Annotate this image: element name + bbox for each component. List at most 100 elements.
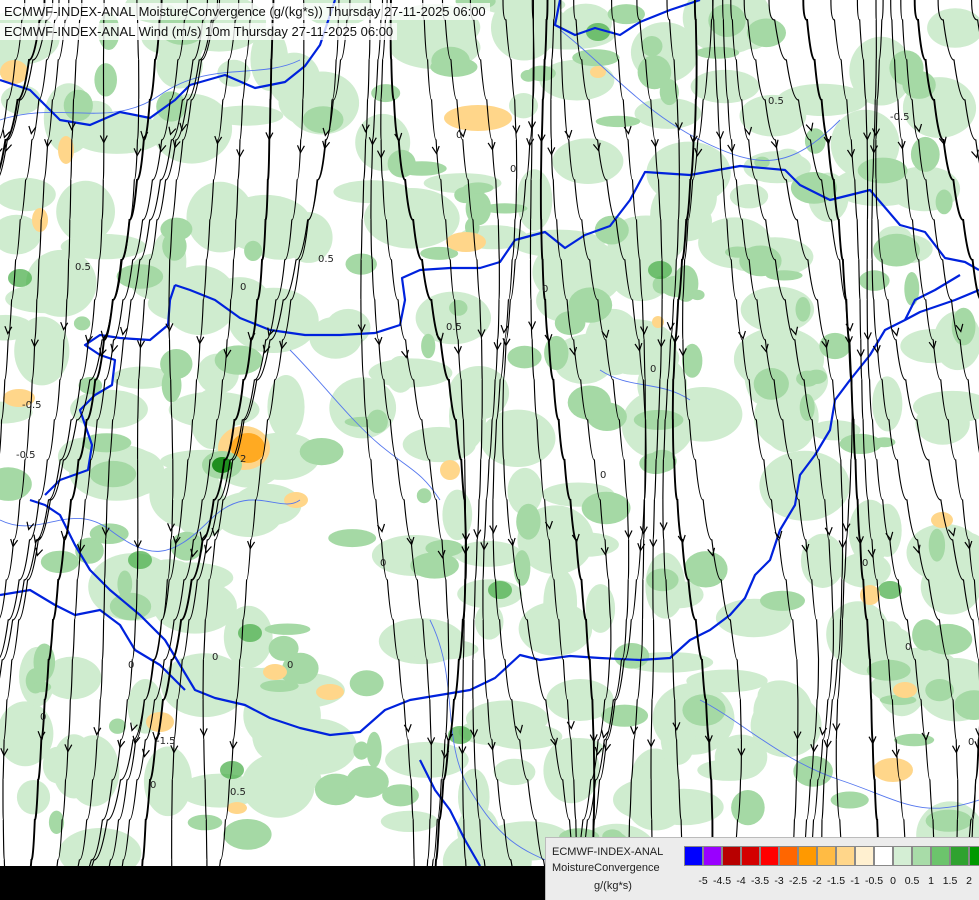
convergence-patch	[5, 283, 91, 314]
streamline-arrow	[603, 742, 612, 752]
legend-swatch	[741, 846, 760, 866]
streamline-arrow	[473, 529, 482, 538]
streamline-arrow	[431, 145, 440, 155]
convergence-patch	[595, 115, 641, 128]
legend-swatch	[855, 846, 874, 866]
convergence-patch	[31, 681, 52, 693]
contour-label: 0.5	[768, 96, 784, 107]
legend-tick: 0	[890, 875, 896, 887]
convergence-patch	[349, 670, 384, 697]
contour-label: 0	[542, 284, 548, 295]
convergence-patch	[647, 449, 677, 473]
contour-label: 0	[600, 470, 606, 481]
streamline-arrow	[727, 143, 736, 153]
divergence-patch	[873, 758, 913, 782]
contour-label: 0	[287, 660, 293, 671]
legend-tick: 1	[928, 875, 934, 887]
convergence-patch	[660, 275, 696, 298]
contour-label: -0.5	[16, 450, 36, 461]
convergence-patch	[927, 8, 979, 48]
legend-tick: -0.5	[864, 875, 884, 887]
divergence-patch	[316, 684, 344, 700]
convergence-patch	[493, 758, 536, 786]
convergence-patch	[613, 779, 683, 820]
streamline-arrow	[770, 139, 779, 149]
legend-swatch	[722, 846, 741, 866]
convergence-patch	[344, 416, 384, 428]
convergence-patch	[804, 128, 826, 154]
convergence-patch	[697, 759, 761, 781]
contour-label: 0	[510, 164, 516, 175]
streamline-arrow	[715, 131, 725, 140]
contour-label: 0	[212, 652, 218, 663]
convergence-patch	[518, 601, 593, 656]
convergence-patch	[73, 316, 91, 331]
convergence-patch	[795, 297, 811, 322]
contour-label: 0	[862, 558, 868, 569]
legend-swatch	[836, 846, 855, 866]
convergence-patch	[481, 203, 528, 214]
convergence-patch	[872, 376, 903, 432]
convergence-patch	[261, 763, 322, 794]
divergence-patch	[284, 492, 308, 508]
convergence-patch	[16, 780, 51, 815]
streamline-arrow	[93, 726, 102, 736]
streamline-arrow	[33, 534, 42, 544]
convergence-patch	[686, 669, 768, 693]
convergence-patch	[830, 791, 869, 809]
convergence-patch	[40, 550, 79, 574]
convergence-patch	[89, 523, 129, 544]
streamline-arrow	[4, 142, 13, 152]
legend-tick: -3	[774, 875, 784, 887]
convergence-patch	[799, 393, 815, 421]
convergence-patch	[513, 550, 531, 586]
streamline-arrow	[891, 748, 900, 758]
contour-label: 0	[128, 660, 134, 671]
convergence-patch	[416, 488, 432, 504]
convergence-patch	[187, 814, 223, 831]
convergence-patch	[567, 385, 611, 420]
divergence-patch	[931, 512, 953, 528]
convergence-patch	[0, 177, 56, 212]
divergence-patch	[893, 682, 917, 698]
contour-label: 0.5	[318, 254, 334, 265]
convergence-patch	[160, 349, 193, 379]
convergence-patch	[488, 581, 512, 599]
convergence-patch	[52, 734, 96, 799]
legend-swatch	[760, 846, 779, 866]
convergence-patch	[857, 157, 908, 184]
legend-swatch	[893, 846, 912, 866]
divergence-patch	[446, 232, 486, 252]
legend-swatch	[969, 846, 979, 866]
legend-tick: 1.5	[942, 875, 958, 887]
convergence-patch	[682, 343, 703, 378]
legend-swatch	[684, 846, 703, 866]
legend-tick: -1	[850, 875, 860, 887]
streamline-arrow	[0, 148, 3, 153]
convergence-patch	[695, 46, 740, 59]
convergence-patch	[244, 240, 263, 261]
convergence-patch	[928, 528, 946, 562]
convergence-patch	[731, 790, 765, 826]
legend-swatch	[703, 846, 722, 866]
legend-tick: 2	[966, 875, 972, 887]
legend-tick: 0.5	[904, 875, 920, 887]
convergence-patch	[264, 623, 311, 635]
convergence-patch	[753, 368, 789, 400]
legend-swatch	[912, 846, 931, 866]
convergence-patch	[796, 370, 819, 387]
legend-tick: -3.5	[750, 875, 770, 887]
divergence-patch	[263, 664, 287, 680]
convergence-patch	[397, 360, 431, 383]
convergence-patch	[581, 491, 631, 525]
convergence-patch	[648, 261, 672, 279]
convergence-patch	[346, 765, 389, 798]
convergence-patch	[641, 36, 663, 57]
streamline-arrow	[110, 343, 119, 353]
legend-swatch	[931, 846, 950, 866]
divergence-patch	[227, 802, 247, 814]
streamline-arrow	[659, 522, 668, 531]
convergence-patch	[601, 704, 649, 727]
convergence-patch	[0, 467, 32, 501]
convergence-patch	[746, 18, 787, 48]
